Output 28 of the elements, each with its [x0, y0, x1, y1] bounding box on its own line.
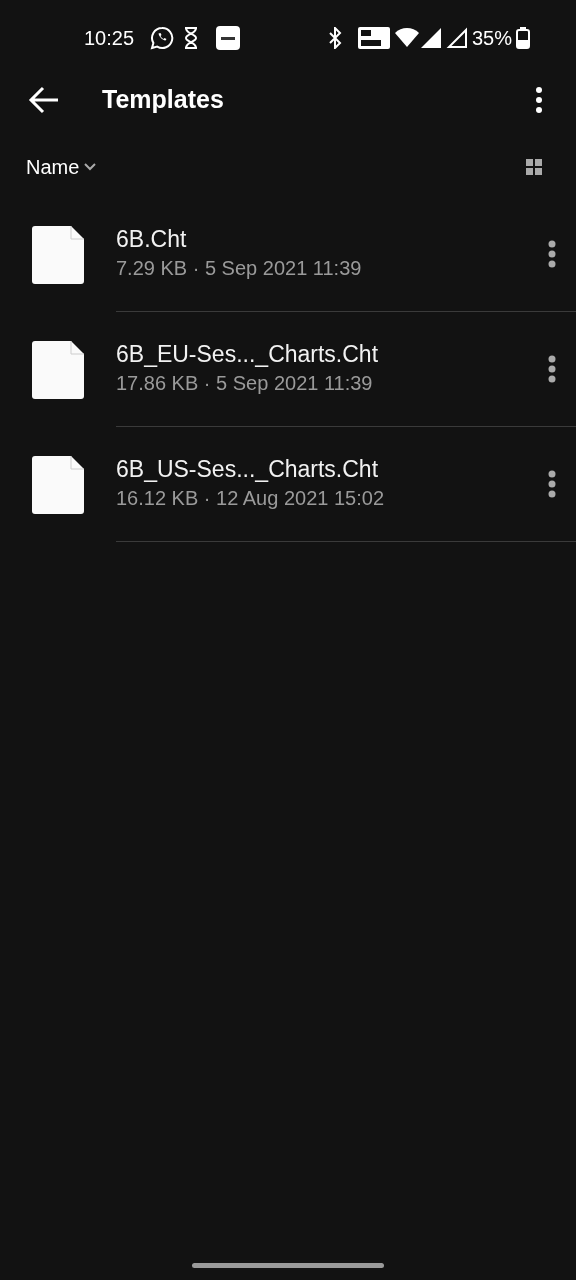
screen-title: Templates — [102, 84, 225, 116]
battery-icon — [516, 26, 530, 49]
file-icon — [32, 455, 84, 514]
signal-icon — [445, 26, 468, 49]
file-icon — [32, 225, 84, 284]
back-arrow-icon[interactable] — [28, 86, 60, 114]
sort-button[interactable]: Name — [26, 152, 98, 182]
grid-view-icon[interactable] — [526, 159, 542, 175]
more-icon — [548, 240, 556, 268]
wifi-icon — [393, 27, 420, 48]
chat-bubble-icon — [150, 25, 175, 50]
file-details: 17.86 KB · 5 Sep 2021 11:39 — [116, 371, 373, 397]
file-details: 7.29 KB · 5 Sep 2021 11:39 — [116, 256, 362, 282]
wifi-calling-icon — [357, 26, 390, 49]
caret-icon — [83, 162, 98, 172]
more-icon — [548, 470, 556, 498]
status-time: 10:25 — [84, 25, 135, 51]
file-name[interactable]: 6B_US-Ses..._Charts.Cht — [116, 454, 379, 484]
file-name[interactable]: 6B_EU-Ses..._Charts.Cht — [116, 339, 379, 369]
signal-icon — [419, 26, 442, 49]
file-icon — [32, 340, 84, 399]
more-icon — [548, 355, 556, 383]
battery-percent: 35% — [471, 25, 512, 51]
bluetooth-icon — [327, 26, 342, 49]
more-icon — [536, 87, 542, 113]
file-details: 16.12 KB · 12 Aug 2021 15:02 — [116, 486, 384, 512]
file-name[interactable]: 6B.Cht — [116, 224, 187, 254]
app-icon — [216, 25, 241, 50]
